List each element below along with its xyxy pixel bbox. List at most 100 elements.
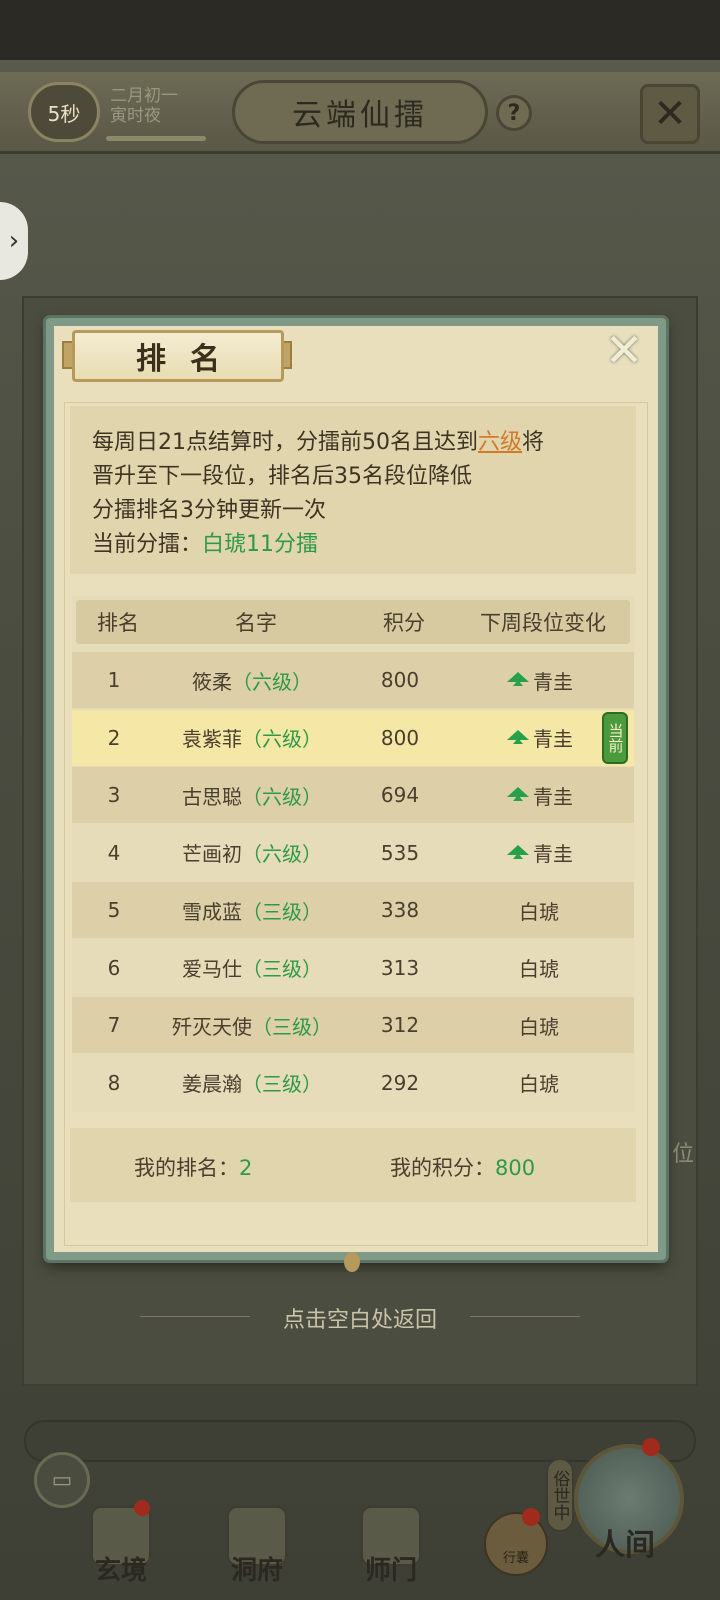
rules-line-1: 每周日21点结算时，分擂前50名且达到六级将 — [92, 426, 616, 460]
player-level: （三级） — [252, 1014, 332, 1039]
score-cell: 800 — [380, 725, 420, 750]
ranking-table: 排名 名字 积分 下周段位变化 1 筱柔 （六级） 800 青圭 2 袁紫菲 （六级） 800 青… — [72, 596, 634, 1112]
rules-text: 每周日21点结算时，分擂前50名且达到 — [92, 430, 478, 455]
level-link[interactable]: 六级 — [478, 430, 522, 455]
change-cell: 青圭 — [452, 825, 626, 881]
promote-arrow-icon — [505, 672, 529, 688]
player-name: 雪成蓝 — [182, 899, 242, 924]
next-tier: 白琥 — [519, 1072, 559, 1096]
rules-text: 将 — [522, 430, 545, 455]
rank-cell: 5 — [107, 898, 121, 922]
player-name: 筱柔 — [192, 669, 232, 694]
my-score-value: 800 — [495, 1156, 536, 1180]
modal-bottom-ornament — [344, 1252, 360, 1272]
bag-label: 行囊 — [502, 1551, 529, 1566]
rank-cell: 4 — [107, 840, 121, 865]
timer: 5秒 — [28, 82, 100, 142]
player-level: （三级） — [242, 1072, 322, 1096]
table-row[interactable]: 7 歼灭天使 （三级） 312 白琥 — [72, 997, 634, 1053]
table-header: 排名 名字 积分 下周段位变化 — [76, 600, 630, 644]
name-cell: 筱柔 （六级） — [156, 652, 348, 708]
promote-arrow-icon — [505, 729, 529, 746]
next-tier: 白琥 — [519, 899, 559, 924]
my-rank-label: 我的排名： — [134, 1156, 239, 1180]
my-score: 我的积分：800 — [390, 1152, 535, 1182]
table-row[interactable]: 8 姜晨瀚 （三级） 292 白琥 — [72, 1055, 634, 1111]
notification-dot — [522, 1508, 540, 1526]
nav-label: 洞府 — [230, 1556, 283, 1586]
date-line2: 寅时夜 — [110, 106, 161, 126]
time-progress-bar — [106, 136, 206, 141]
timer-text: 5秒 — [47, 101, 81, 126]
rules-line-2: 晋升至下一段位，排名后35名段位降低 — [92, 464, 472, 489]
promote-arrow-icon — [505, 844, 529, 861]
change-cell: 白琥 — [452, 882, 626, 938]
chat-icon: ▭ — [51, 1467, 73, 1493]
modal-close-button[interactable]: ✕ — [602, 327, 646, 373]
table-row[interactable]: 2 袁紫菲 （六级） 800 青圭 当前 — [72, 709, 634, 766]
table-row[interactable]: 5 雪成蓝 （三级） 338 白琥 — [72, 882, 634, 938]
table-row[interactable]: 6 爱马仕 （三级） 313 白琥 — [72, 940, 634, 996]
current-division-value: 白琥11分擂 — [202, 532, 319, 557]
table-row[interactable]: 1 筱柔 （六级） 800 青圭 — [72, 652, 634, 708]
modal-title: 排名 — [72, 330, 284, 382]
player-name: 歼灭天使 — [172, 1014, 252, 1039]
close-icon: ✕ — [604, 323, 644, 377]
rules-info: 每周日21点结算时，分擂前50名且达到六级将 晋升至下一段位，排名后35名段位降… — [70, 406, 636, 574]
player-name: 古思聪 — [182, 784, 242, 809]
next-tier: 青圭 — [533, 784, 573, 809]
date-display: 二月初一 寅时夜 — [110, 86, 210, 126]
chevron-right-icon: › — [8, 226, 20, 256]
next-tier: 白琥 — [519, 957, 559, 981]
nav-xuanjing[interactable]: 玄境 — [66, 1500, 176, 1596]
world-button[interactable]: 俗世中 人间 — [546, 1438, 690, 1590]
next-tier: 青圭 — [533, 842, 573, 866]
change-cell: 白琥 — [452, 997, 626, 1053]
table-row[interactable]: 4 芒画初 （六级） 535 青圭 — [72, 825, 634, 881]
nav-shimen[interactable]: 师门 — [336, 1506, 446, 1596]
promote-arrow-icon — [505, 787, 529, 803]
return-hint[interactable]: 点击空白处返回 — [0, 1302, 720, 1334]
my-stats: 我的排名：2 我的积分：800 — [70, 1128, 636, 1202]
rules-line-3: 分擂排名3分钟更新一次 — [92, 498, 326, 523]
player-name: 姜晨瀚 — [182, 1072, 242, 1096]
my-rank-value: 2 — [239, 1156, 253, 1180]
world-label: 人间 — [595, 1528, 655, 1563]
page-title: 云端仙擂 — [232, 80, 488, 144]
header-name: 名字 — [235, 611, 277, 635]
close-icon: ✕ — [653, 91, 687, 137]
name-cell: 芒画初 （六级） — [156, 825, 348, 881]
player-name: 袁紫菲 — [182, 727, 242, 751]
player-level: （六级） — [242, 727, 322, 751]
notification-dot — [134, 1500, 150, 1516]
name-cell: 袁紫菲 （六级） — [156, 710, 348, 766]
player-level: （六级） — [242, 842, 322, 866]
notification-dot — [642, 1438, 660, 1456]
player-name: 爱马仕 — [182, 957, 242, 981]
nav-label: 师门 — [364, 1556, 417, 1586]
table-row[interactable]: 3 古思聪 （六级） 694 青圭 — [72, 767, 634, 823]
score-cell: 535 — [380, 840, 420, 865]
rank-cell: 8 — [107, 1070, 121, 1095]
score-cell: 312 — [380, 1013, 420, 1037]
name-cell: 歼灭天使 （三级） — [156, 997, 348, 1053]
chat-button[interactable]: ▭ — [34, 1452, 90, 1508]
change-cell: 青圭 — [452, 652, 626, 708]
help-button[interactable]: ? — [496, 95, 532, 131]
current-division-label: 当前分擂： — [92, 532, 203, 557]
score-cell: 292 — [380, 1070, 420, 1095]
score-cell: 313 — [380, 955, 420, 980]
score-cell: 338 — [380, 898, 420, 922]
header-score: 积分 — [383, 611, 425, 635]
nav-label: 玄境 — [94, 1556, 147, 1586]
nav-dongfu[interactable]: 洞府 — [202, 1506, 312, 1596]
current-division: 当前分擂：白琥11分擂 — [92, 528, 616, 562]
exit-button[interactable]: ✕ — [640, 84, 700, 144]
score-cell: 694 — [380, 783, 420, 807]
rank-cell: 1 — [107, 668, 121, 692]
player-level: （六级） — [232, 669, 312, 694]
name-cell: 姜晨瀚 （三级） — [156, 1055, 348, 1111]
name-cell: 雪成蓝 （三级） — [156, 882, 348, 938]
change-cell: 白琥 — [452, 1055, 626, 1111]
change-cell: 青圭 — [452, 710, 626, 766]
